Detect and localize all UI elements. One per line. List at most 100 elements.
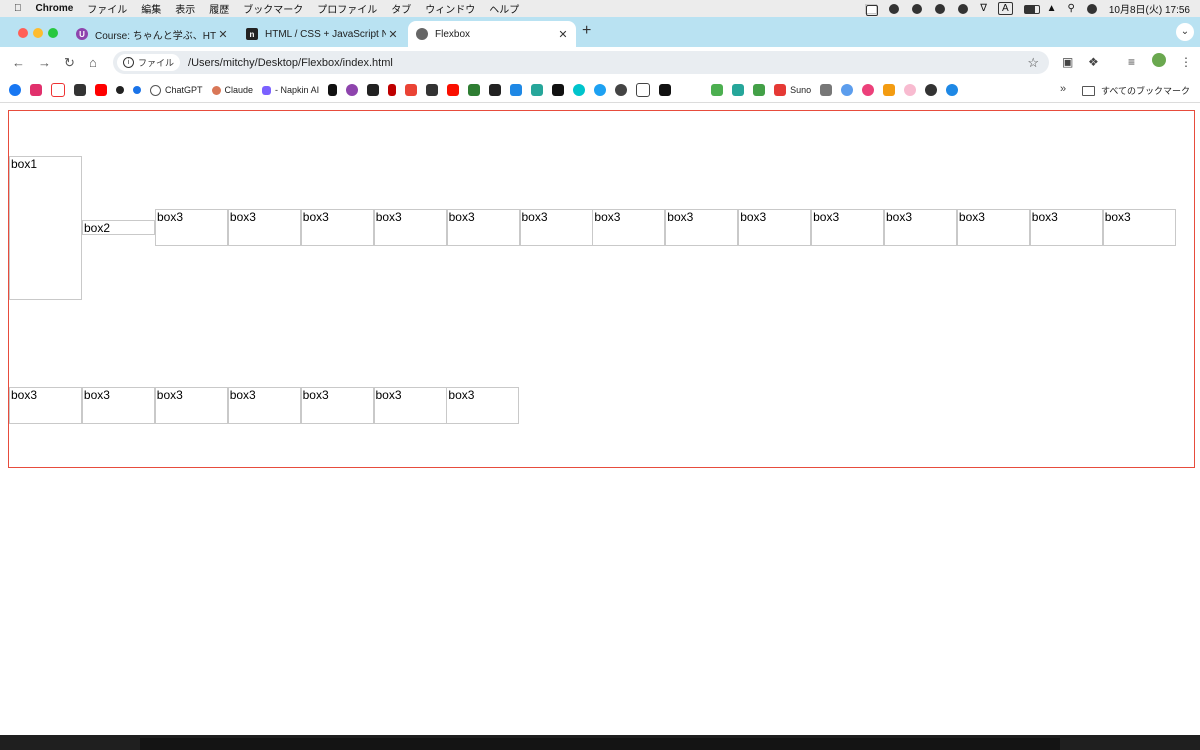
all-bookmarks-folder[interactable]: すべてのブックマーク <box>1081 84 1190 97</box>
menu-app-name[interactable]: Chrome <box>36 3 74 14</box>
bookmark-twitter-icon[interactable] <box>594 84 607 96</box>
play-icon[interactable] <box>934 3 946 14</box>
box3: box3 <box>373 387 447 424</box>
control-center-icon[interactable] <box>865 3 879 16</box>
bookmark-bug-icon[interactable] <box>753 84 766 96</box>
bookmark-instagram-icon[interactable] <box>30 84 42 96</box>
info-icon: i <box>123 57 134 68</box>
bookmarks-overflow-icon[interactable]: » <box>1060 83 1066 95</box>
wifi-icon[interactable]: ▲ <box>1047 3 1057 14</box>
siri-icon[interactable] <box>1086 3 1098 14</box>
bookmark-cloud-icon[interactable] <box>615 84 628 96</box>
bookmark-arrow-icon[interactable] <box>74 84 86 96</box>
reload-icon[interactable]: ↻ <box>64 55 75 71</box>
menu-file[interactable]: ファイル <box>87 1 127 16</box>
bookmark-apple-icon[interactable] <box>116 86 124 94</box>
bookmark-qr-icon[interactable] <box>552 84 565 96</box>
tab-close-icon[interactable]: ✕ <box>216 28 230 41</box>
box3: box3 <box>9 387 82 424</box>
url-text[interactable]: /Users/mitchy/Desktop/Flexbox/index.html <box>188 57 393 69</box>
puzzle-extensions-icon[interactable]: ❖ <box>1088 55 1099 69</box>
bookmark-facebook-icon[interactable] <box>9 84 21 96</box>
bookmark-adobe-icon[interactable] <box>447 84 460 96</box>
box3: box3 <box>227 209 301 246</box>
bookmark-rakuten-icon[interactable] <box>388 84 397 96</box>
bluetooth-icon[interactable]: ∇ <box>980 3 987 14</box>
tab-notion[interactable]: n HTML / CSS + JavaScript Notion ✕ <box>238 21 406 47</box>
bookmark-globe-icon[interactable] <box>925 84 938 96</box>
bookmark-canva-icon[interactable] <box>573 84 586 96</box>
forward-arrow-icon[interactable]: → <box>38 55 51 70</box>
bookmark-star-icon[interactable]: ☆ <box>1027 55 1039 71</box>
window-minimize-button[interactable] <box>33 28 43 38</box>
menu-tab[interactable]: タブ <box>391 1 411 16</box>
bookmark-yahoo-icon[interactable] <box>51 83 65 97</box>
site-info-chip[interactable]: i ファイル <box>117 54 181 71</box>
back-arrow-icon[interactable]: ← <box>12 55 25 70</box>
tab-close-icon[interactable]: ✕ <box>556 28 570 41</box>
bookmark-gmail-icon[interactable] <box>405 84 418 96</box>
box3: box3 <box>738 209 812 246</box>
bookmark-camera-icon[interactable] <box>636 83 651 97</box>
spotlight-search-icon[interactable]: ⚲ <box>1068 3 1075 14</box>
menu-window[interactable]: ウィンドウ <box>425 1 475 16</box>
profile-avatar[interactable] <box>1152 53 1166 67</box>
home-icon[interactable]: ⌂ <box>89 55 97 70</box>
bookmark-heart-icon[interactable] <box>904 84 917 96</box>
chrome-menu-icon[interactable]: ⋮ <box>1180 55 1192 69</box>
bookmark-notion-icon[interactable] <box>328 84 338 96</box>
menu-edit[interactable]: 編集 <box>141 1 161 16</box>
apple-menu-icon[interactable]:  <box>14 3 22 14</box>
box1: box1 <box>9 156 82 300</box>
bookmark-colorful-icon[interactable] <box>510 84 523 96</box>
reading-list-icon[interactable]: ≡ <box>1128 55 1135 69</box>
status-app-icon[interactable] <box>911 3 923 14</box>
address-bar[interactable]: i ファイル /Users/mitchy/Desktop/Flexbox/ind… <box>113 51 1049 74</box>
bookmark-grey-icon[interactable] <box>820 84 833 96</box>
new-tab-button[interactable]: + <box>582 22 591 40</box>
window-close-button[interactable] <box>18 28 28 38</box>
bookmark-unsplash-icon[interactable] <box>659 84 672 96</box>
menu-bookmarks[interactable]: ブックマーク <box>243 1 303 16</box>
bookmark-app-icon[interactable] <box>426 84 439 96</box>
battery-icon[interactable] <box>1023 4 1040 14</box>
bookmark-f-icon[interactable] <box>468 84 481 96</box>
menu-profiles[interactable]: プロファイル <box>317 1 377 16</box>
creative-cloud-icon[interactable] <box>888 3 900 14</box>
bookmark-pink-icon[interactable] <box>862 84 875 96</box>
bookmark-dark-icon[interactable] <box>489 84 502 96</box>
menu-clock[interactable]: 10月8日(火) 17:56 <box>1109 1 1190 16</box>
bookmark-suno[interactable]: Suno <box>774 84 811 96</box>
site-info-label: ファイル <box>138 58 175 68</box>
input-source-indicator[interactable]: A <box>997 2 1013 15</box>
bookmark-teal-icon[interactable] <box>531 84 544 96</box>
volume-icon[interactable] <box>957 3 969 14</box>
bookmark-w-icon[interactable] <box>883 84 896 96</box>
menu-view[interactable]: 表示 <box>175 1 195 16</box>
tab-title: HTML / CSS + JavaScript Notion <box>265 28 386 40</box>
menu-history[interactable]: 履歴 <box>209 1 229 16</box>
bookmark-px-icon[interactable] <box>711 84 724 96</box>
bookmark-udemy-icon[interactable] <box>346 84 359 96</box>
tab-course[interactable]: U Course: ちゃんと学ぶ、HTML/CSS ✕ <box>68 21 236 47</box>
menu-help[interactable]: ヘルプ <box>489 1 519 16</box>
bookmark-claude[interactable]: Claude <box>211 85 254 95</box>
extension-icon[interactable]: ▣ <box>1062 55 1073 69</box>
box3: box3 <box>154 387 228 424</box>
tab-flexbox[interactable]: Flexbox ✕ <box>408 21 576 47</box>
bookmark-green-icon[interactable] <box>732 84 745 96</box>
bookmark-circle-icon[interactable] <box>841 84 854 96</box>
bookmark-label: Claude <box>224 85 254 95</box>
chrome-tab-strip: U Course: ちゃんと学ぶ、HTML/CSS ✕ n HTML / CSS… <box>0 17 1200 47</box>
bookmark-chatgpt[interactable]: ChatGPT <box>150 84 203 96</box>
bookmark-amazon-icon[interactable] <box>367 84 380 96</box>
bookmark-drop-icon[interactable] <box>946 84 959 96</box>
tab-close-icon[interactable]: ✕ <box>386 28 400 41</box>
tab-search-chevron-icon[interactable]: ⌄ <box>1176 23 1194 41</box>
window-zoom-button[interactable] <box>48 28 58 38</box>
bookmark-apple-blue-icon[interactable] <box>133 86 141 94</box>
udemy-favicon-icon: U <box>76 28 88 40</box>
desktop-dock-strip <box>0 735 1200 750</box>
bookmark-youtube-icon[interactable] <box>95 84 107 96</box>
bookmark-napkin-ai[interactable]: - Napkin AI <box>262 85 319 95</box>
